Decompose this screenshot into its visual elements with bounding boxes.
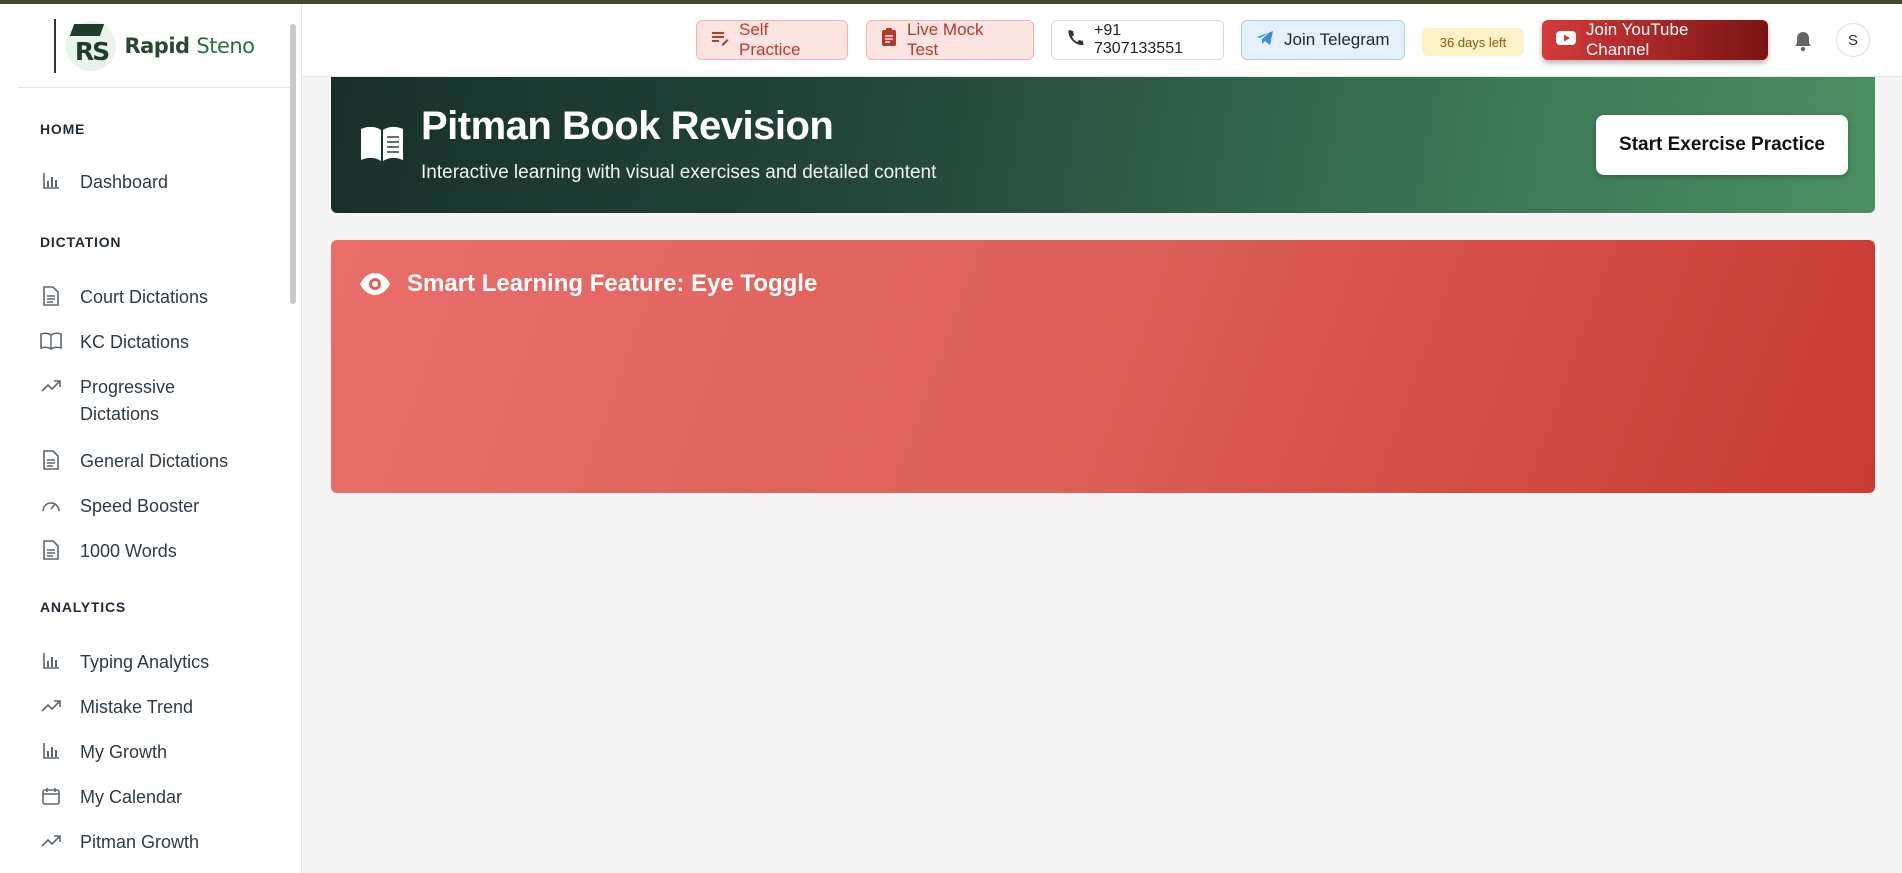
sidebar-item-1000-words[interactable]: 1000 Words — [40, 538, 280, 565]
sidebar-item-my-growth[interactable]: My Growth — [40, 739, 280, 766]
bar-chart-icon — [40, 650, 62, 672]
sidebar-item-speed-booster[interactable]: Speed Booster — [40, 493, 280, 520]
live-mock-test-button[interactable]: Live Mock Test — [866, 20, 1034, 60]
phone-contact-button[interactable]: +91 7307133551 — [1051, 20, 1224, 60]
speedometer-icon — [40, 494, 62, 516]
start-exercise-practice-button[interactable]: Start Exercise Practice — [1596, 115, 1848, 175]
edit-list-icon — [711, 30, 729, 51]
feature-title: Smart Learning Feature: Eye Toggle — [407, 270, 818, 297]
trending-up-icon — [40, 375, 62, 397]
sidebar-item-my-calendar[interactable]: My Calendar — [40, 784, 280, 811]
sidebar-item-pitman-growth[interactable]: Pitman Growth — [40, 829, 280, 856]
calendar-icon — [40, 785, 62, 807]
join-telegram-button[interactable]: Join Telegram — [1241, 20, 1405, 60]
sidebar-item-typing-analytics[interactable]: Typing Analytics — [40, 649, 280, 676]
eye-icon — [359, 272, 391, 296]
section-title-analytics: ANALYTICS — [40, 599, 127, 615]
page-title: Pitman Book Revision — [421, 104, 834, 148]
days-left-badge: 36 days left — [1422, 28, 1524, 56]
bar-chart-icon — [40, 170, 62, 192]
smart-learning-feature-box: Smart Learning Feature: Eye Toggle — [331, 240, 1875, 493]
telegram-icon — [1256, 30, 1274, 51]
sidebar-item-dashboard[interactable]: Dashboard — [40, 169, 280, 196]
brand-logo[interactable]: RS Rapid Steno — [18, 4, 291, 88]
document-icon — [40, 539, 62, 561]
youtube-icon — [1556, 30, 1576, 50]
trending-up-icon — [40, 830, 62, 852]
phone-icon — [1066, 29, 1084, 52]
sidebar-item-progressive-dictations[interactable]: Progressive Dictations — [40, 374, 280, 428]
clipboard-icon — [881, 28, 897, 52]
open-book-icon — [359, 125, 405, 163]
logo-badge-icon: RS — [66, 20, 117, 71]
document-icon — [40, 285, 62, 307]
sidebar-scrollbar[interactable] — [290, 24, 296, 304]
user-avatar[interactable]: S — [1836, 23, 1870, 57]
self-practice-button[interactable]: Self Practice — [696, 20, 848, 60]
book-icon — [40, 330, 62, 352]
bell-icon[interactable] — [1793, 30, 1815, 52]
document-icon — [40, 449, 62, 471]
trending-up-icon — [40, 695, 62, 717]
hero-banner: Pitman Book Revision Interactive learnin… — [331, 77, 1875, 213]
brand-name: Rapid Steno — [124, 33, 255, 58]
logo-divider — [54, 18, 57, 73]
bar-chart-icon — [40, 740, 62, 762]
sidebar-item-court-dictations[interactable]: Court Dictations — [40, 284, 280, 311]
top-bar: Self Practice Live Mock Test +91 7307133… — [302, 4, 1902, 77]
sidebar-item-mistake-trend[interactable]: Mistake Trend — [40, 694, 280, 721]
sidebar-item-general-dictations[interactable]: General Dictations — [40, 448, 280, 475]
sidebar-item-kc-dictations[interactable]: KC Dictations — [40, 329, 280, 356]
sidebar: RS Rapid Steno HOME Dashboard DICTATION … — [0, 4, 302, 873]
section-title-dictation: DICTATION — [40, 234, 122, 250]
join-youtube-button[interactable]: Join YouTube Channel — [1542, 20, 1768, 60]
page-subtitle: Interactive learning with visual exercis… — [421, 162, 937, 183]
section-title-home: HOME — [40, 121, 86, 137]
